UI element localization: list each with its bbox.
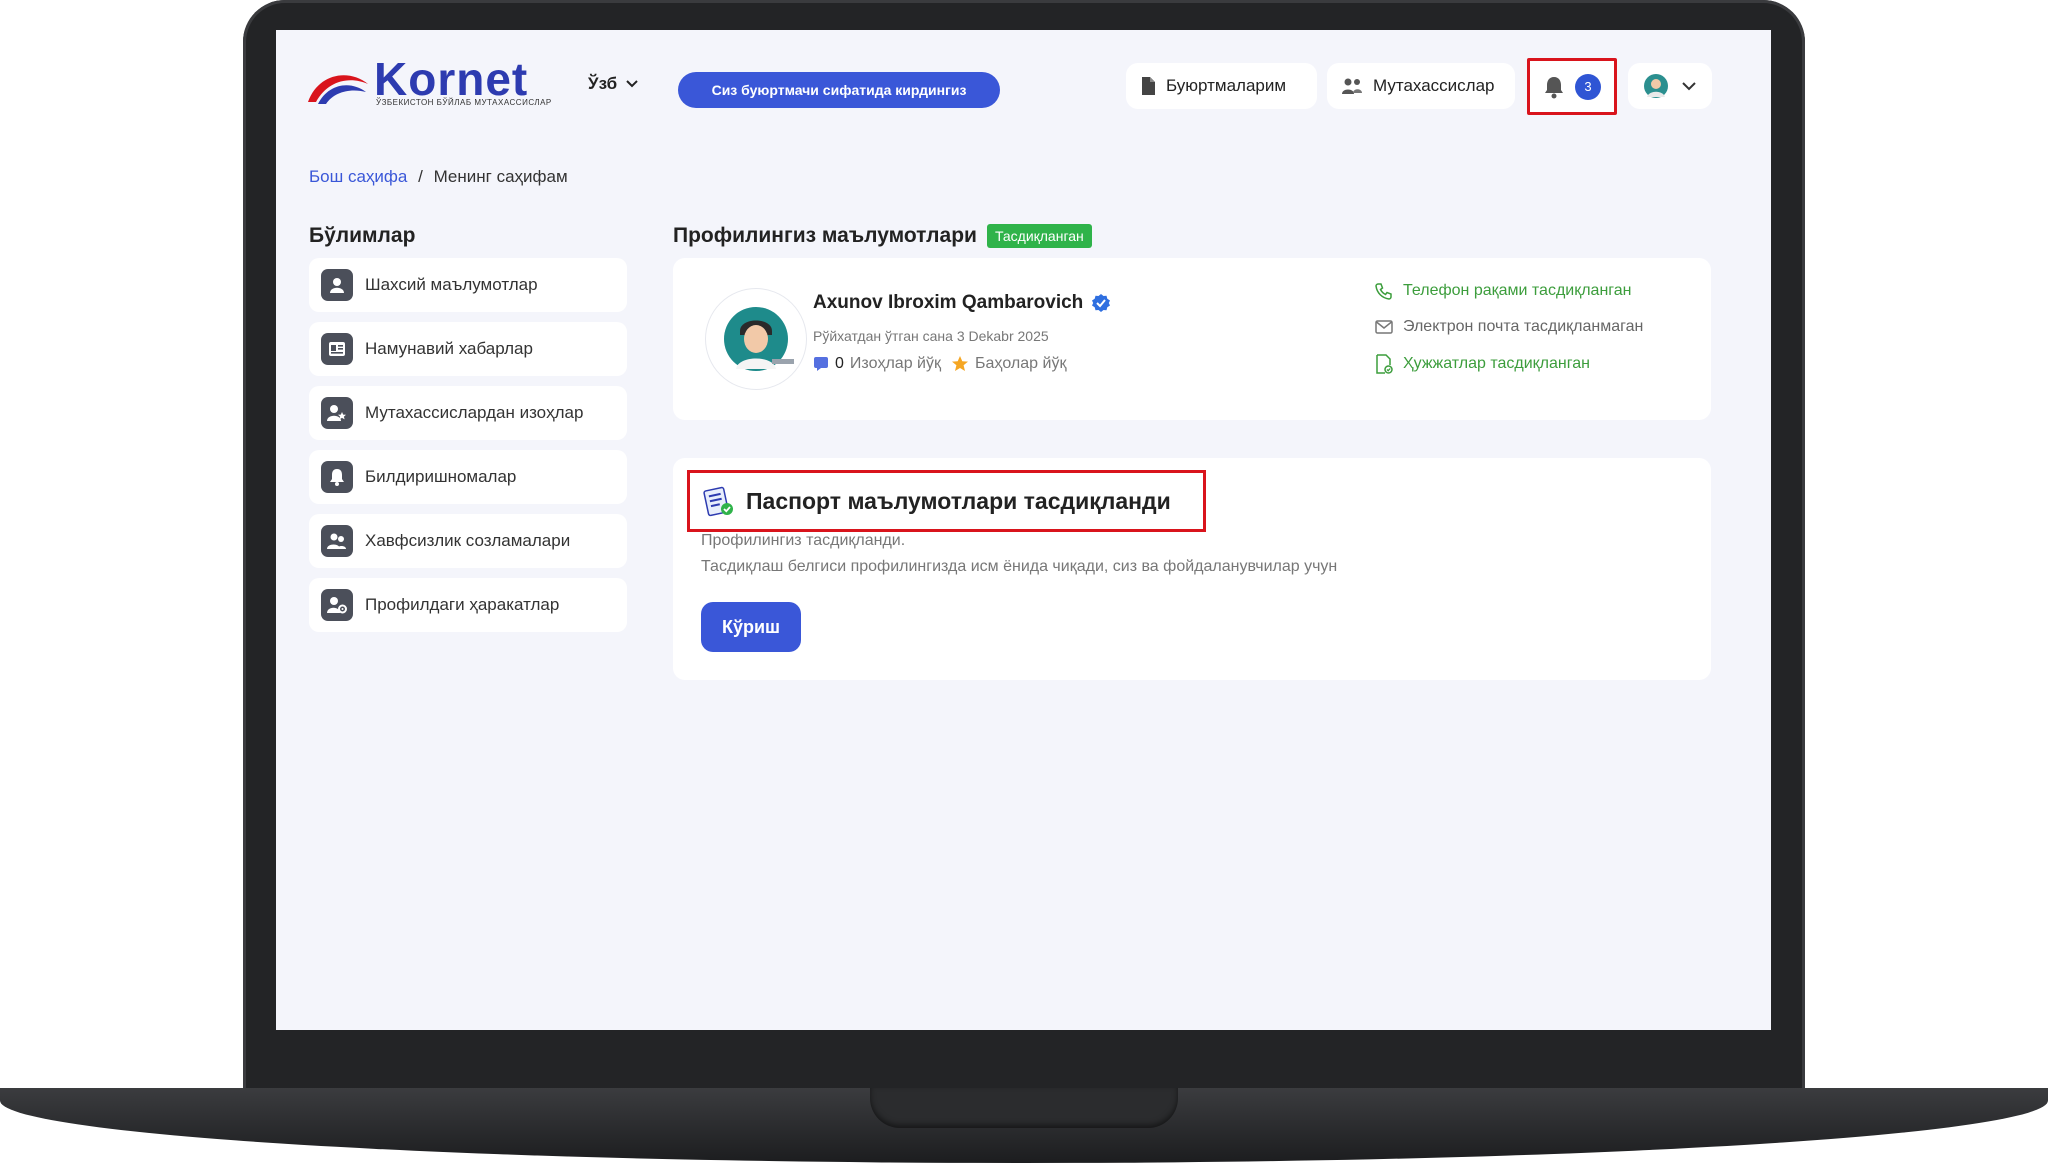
avatar-icon bbox=[724, 307, 794, 371]
sidebar-item-label: Профилдаги ҳаракатлар bbox=[365, 595, 560, 614]
comments-count: 0 bbox=[835, 355, 844, 372]
users-icon bbox=[1342, 78, 1362, 94]
user-icon bbox=[321, 269, 353, 301]
role-button[interactable]: Сиз буюртмачи сифатида кирдингиз bbox=[678, 72, 1000, 108]
profile-card: Axunov Ibroxim Qambarovich Рўйхатдан ўтг… bbox=[673, 258, 1711, 420]
user-gear-icon bbox=[321, 589, 353, 621]
notification-count-badge: 3 bbox=[1575, 73, 1601, 100]
passport-document-icon bbox=[703, 486, 733, 517]
breadcrumb: Бош саҳифа / Менинг саҳифам bbox=[309, 167, 568, 187]
sidebar-item-templates[interactable]: Намунавий хабарлар bbox=[309, 322, 627, 376]
sidebar-item-label: Билдиришномалар bbox=[365, 467, 517, 486]
user-star-icon bbox=[321, 397, 353, 429]
documents-status-text: Ҳужжатлар тасдиқланган bbox=[1403, 355, 1590, 372]
sidebar-item-notifications[interactable]: Билдиришномалар bbox=[309, 450, 627, 504]
logo-subtitle: ЎЗБЕКИСТОН БЎЙЛАБ МУТАХАССИСЛАР bbox=[376, 98, 552, 107]
language-label: Ўзб bbox=[588, 74, 618, 93]
sidebar-item-label: Мутахассислардан изоҳлар bbox=[365, 403, 584, 422]
breadcrumb-separator: / bbox=[418, 167, 423, 186]
specialists-label: Мутахассислар bbox=[1373, 76, 1495, 95]
sidebar-item-label: Шахсий маълумотлар bbox=[365, 275, 538, 294]
bell-icon bbox=[1545, 76, 1563, 98]
profile-section-title: Профилингиз маълумотлари Тасдиқланган bbox=[673, 224, 1092, 248]
sidebar-item-personal-info[interactable]: Шахсий маълумотлар bbox=[309, 258, 627, 312]
phone-status-text: Телефон рақами тасдиқланган bbox=[1403, 282, 1632, 299]
message-template-icon bbox=[321, 333, 353, 365]
sidebar-item-specialist-reviews[interactable]: Мутахассислардан изоҳлар bbox=[309, 386, 627, 440]
sidebar-item-profile-activity[interactable]: Профилдаги ҳаракатлар bbox=[309, 578, 627, 632]
orders-button[interactable]: Буюртмаларим bbox=[1126, 63, 1317, 109]
passport-title: Паспорт маълумотлари тасдиқланди bbox=[687, 470, 1206, 532]
sidebar-item-security[interactable]: Хавфсизлик созламалари bbox=[309, 514, 627, 568]
profile-name: Axunov Ibroxim Qambarovich bbox=[813, 292, 1084, 313]
avatar bbox=[705, 288, 807, 390]
comment-icon bbox=[814, 357, 828, 371]
star-icon bbox=[951, 356, 968, 371]
ratings-label: Баҳолар йўқ bbox=[974, 355, 1067, 372]
mail-icon bbox=[1375, 320, 1393, 334]
phone-status: Телефон рақами тасдиқланган bbox=[1375, 282, 1632, 300]
laptop-notch bbox=[870, 1088, 1178, 1128]
passport-title-text: Паспорт маълумотлари тасдиқланди bbox=[746, 487, 1171, 514]
passport-line-2: Тасдиқлаш белгиси профилингизда исм ёнид… bbox=[701, 558, 1338, 575]
orders-label: Буюртмаларим bbox=[1166, 76, 1287, 95]
registration-date: Рўйхатдан ўтган сана 3 Dekabr 2025 bbox=[813, 328, 1049, 344]
document-icon bbox=[1142, 77, 1155, 95]
profile-stats: 0 Изоҳлар йўқ Баҳолар йўқ bbox=[813, 355, 1066, 373]
email-status: Электрон почта тасдиқланмаган bbox=[1375, 318, 1643, 336]
sidebar-title: Бўлимлар bbox=[309, 224, 416, 247]
phone-icon bbox=[1375, 283, 1392, 300]
specialists-button[interactable]: Мутахассислар bbox=[1327, 63, 1515, 109]
view-button[interactable]: Кўриш bbox=[701, 602, 801, 652]
chevron-down-icon bbox=[626, 80, 638, 88]
avatar-icon bbox=[1644, 74, 1668, 98]
documents-status: Ҳужжатлар тасдиқланган bbox=[1375, 354, 1590, 374]
passport-card: Паспорт маълумотлари тасдиқланди Профили… bbox=[673, 458, 1711, 680]
notifications-button[interactable]: 3 bbox=[1527, 58, 1617, 115]
document-check-icon bbox=[1376, 354, 1393, 374]
status-badge: Тасдиқланган bbox=[986, 224, 1092, 248]
language-selector[interactable]: Ўзб bbox=[588, 74, 639, 94]
screen: Kornet ЎЗБЕКИСТОН БЎЙЛАБ МУТАХАССИСЛАР Ў… bbox=[276, 30, 1771, 1030]
profile-name-row: Axunov Ibroxim Qambarovich bbox=[813, 292, 1111, 314]
bell-icon bbox=[321, 461, 353, 493]
breadcrumb-home-link[interactable]: Бош саҳифа bbox=[309, 167, 407, 186]
email-status-text: Электрон почта тасдиқланмаган bbox=[1403, 318, 1644, 335]
logo-swoosh-icon bbox=[308, 75, 368, 104]
users-shield-icon bbox=[321, 525, 353, 557]
user-menu-button[interactable] bbox=[1628, 63, 1712, 109]
sidebar-item-label: Намунавий хабарлар bbox=[365, 339, 533, 358]
passport-line-1: Профилингиз тасдиқланди. bbox=[701, 532, 906, 549]
comments-label: Изоҳлар йўқ bbox=[849, 355, 941, 372]
chevron-down-icon bbox=[1682, 82, 1696, 91]
verified-icon bbox=[1092, 294, 1111, 312]
breadcrumb-current: Менинг саҳифам bbox=[433, 167, 568, 186]
profile-section-title-text: Профилингиз маълумотлари bbox=[673, 224, 977, 247]
sidebar-item-label: Хавфсизлик созламалари bbox=[365, 531, 571, 550]
